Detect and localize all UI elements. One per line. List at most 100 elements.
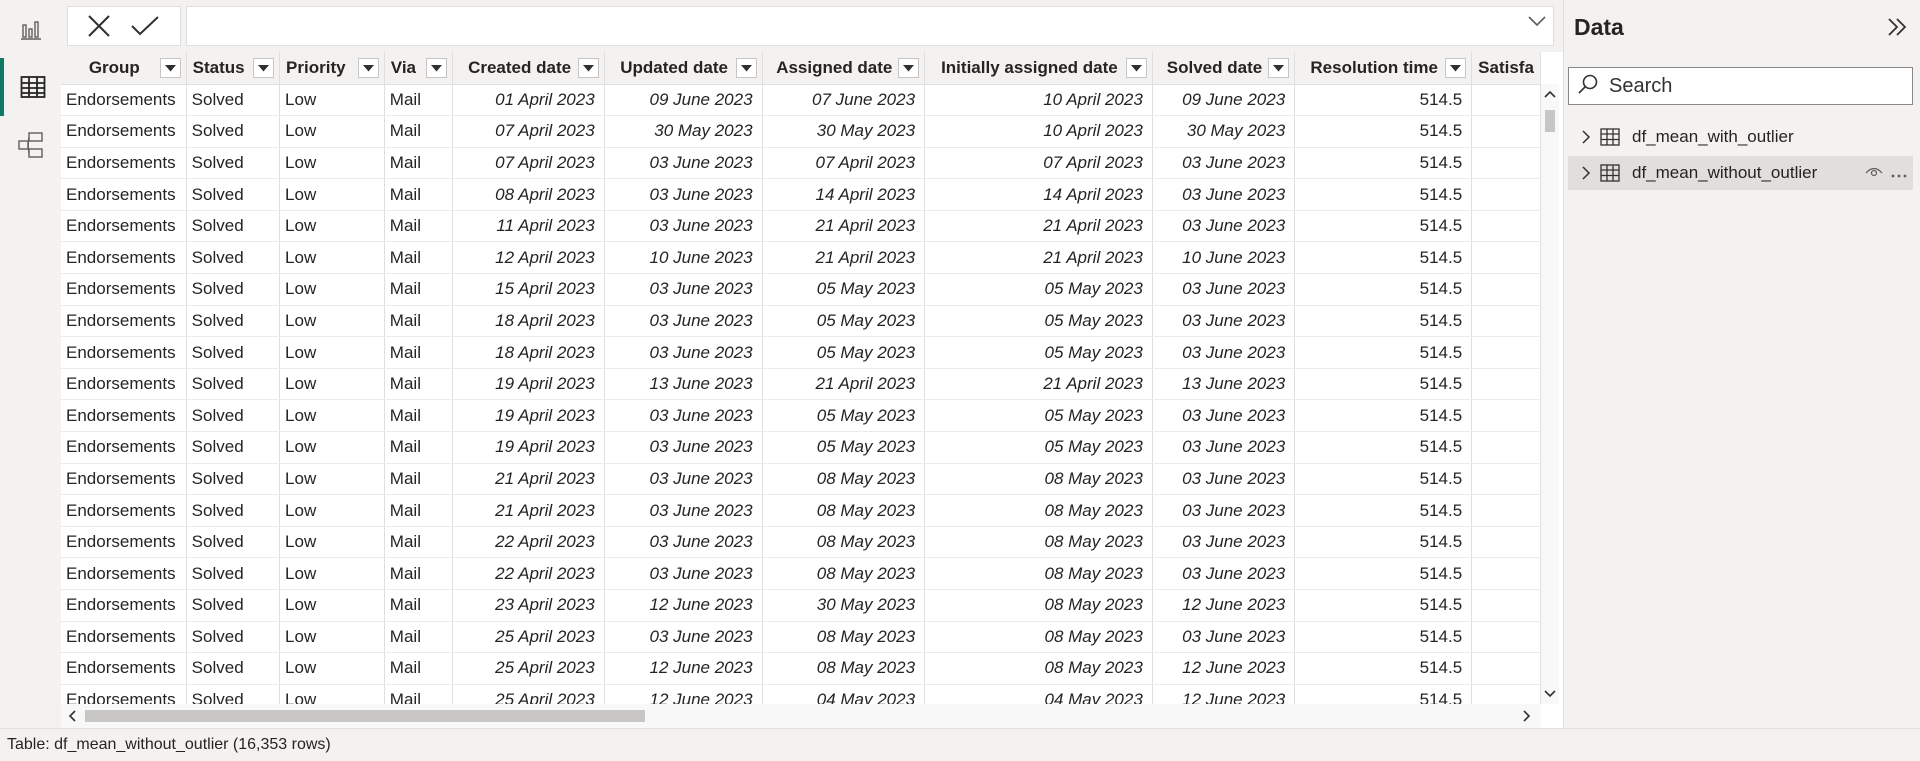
table-cell[interactable]: Mail — [384, 684, 454, 704]
cancel-icon[interactable] — [83, 10, 115, 42]
table-cell[interactable]: Low — [279, 463, 385, 496]
vertical-scroll-thumb[interactable] — [1545, 110, 1555, 132]
table-cell[interactable]: 04 May 2023 — [762, 684, 926, 704]
table-cell[interactable]: 30 May 2023 — [762, 589, 926, 622]
data-search-input[interactable] — [1609, 74, 1899, 98]
table-cell[interactable]: 08 May 2023 — [762, 526, 926, 559]
table-cell[interactable]: Solved — [186, 178, 281, 211]
table-cell[interactable]: Low — [279, 557, 385, 590]
data-search-box[interactable] — [1568, 67, 1913, 105]
table-cell[interactable]: 03 June 2023 — [604, 147, 763, 180]
table-cell[interactable]: 30 May 2023 — [604, 115, 763, 148]
table-cell[interactable]: Low — [279, 115, 385, 148]
scroll-down-icon[interactable] — [1544, 688, 1556, 700]
table-cell[interactable]: Solved — [186, 84, 281, 117]
table-cell[interactable]: 03 June 2023 — [604, 210, 763, 243]
table-cell[interactable]: 25 April 2023 — [452, 621, 605, 654]
table-cell[interactable]: Mail — [384, 115, 454, 148]
table-cell[interactable]: 03 June 2023 — [1152, 336, 1296, 369]
table-cell[interactable]: Mail — [384, 431, 454, 464]
expand-chevron-icon[interactable] — [1527, 11, 1547, 31]
table-cell[interactable]: 14 April 2023 — [762, 178, 926, 211]
table-cell[interactable]: Low — [279, 147, 385, 180]
table-cell[interactable] — [1471, 431, 1541, 464]
report-view-button[interactable] — [0, 0, 61, 58]
table-cell[interactable]: 03 June 2023 — [604, 463, 763, 496]
table-cell[interactable]: 10 June 2023 — [1152, 241, 1296, 275]
table-cell[interactable]: 08 May 2023 — [762, 557, 926, 590]
table-cell[interactable]: Endorsements — [61, 494, 187, 527]
table-cell[interactable]: Endorsements — [61, 273, 187, 306]
table-cell[interactable]: 03 June 2023 — [1152, 210, 1296, 243]
table-cell[interactable]: 19 April 2023 — [452, 431, 605, 464]
tree-item-df-mean-without-outlier[interactable]: df_mean_without_outlier — [1568, 156, 1913, 190]
table-cell[interactable]: 08 May 2023 — [924, 463, 1153, 496]
table-cell[interactable]: 23 April 2023 — [452, 589, 605, 622]
table-cell[interactable]: Solved — [186, 589, 281, 622]
table-cell[interactable]: Endorsements — [61, 115, 187, 148]
table-cell[interactable]: 21 April 2023 — [452, 463, 605, 496]
table-cell[interactable]: 03 June 2023 — [1152, 526, 1296, 559]
table-cell[interactable]: 514.5 — [1294, 463, 1473, 496]
table-cell[interactable]: Mail — [384, 621, 454, 654]
table-cell[interactable]: 25 April 2023 — [452, 684, 605, 704]
table-cell[interactable]: Mail — [384, 178, 454, 211]
table-cell[interactable]: 03 June 2023 — [1152, 557, 1296, 590]
table-cell[interactable]: 05 May 2023 — [924, 431, 1153, 464]
table-cell[interactable]: 07 June 2023 — [762, 84, 926, 117]
table-cell[interactable]: 12 June 2023 — [1152, 684, 1296, 704]
table-cell[interactable] — [1471, 368, 1541, 401]
horizontal-scroll-thumb[interactable] — [85, 710, 645, 722]
table-cell[interactable]: 03 June 2023 — [604, 399, 763, 433]
table-cell[interactable]: 08 May 2023 — [924, 652, 1153, 685]
column-header[interactable]: Updated date — [604, 52, 763, 85]
table-cell[interactable]: Solved — [186, 368, 281, 401]
table-cell[interactable]: 03 June 2023 — [604, 305, 763, 338]
table-cell[interactable]: 30 May 2023 — [762, 115, 926, 148]
table-cell[interactable]: 514.5 — [1294, 273, 1473, 306]
table-cell[interactable]: 514.5 — [1294, 305, 1473, 338]
table-cell[interactable]: Low — [279, 178, 385, 211]
table-cell[interactable]: 05 May 2023 — [924, 399, 1153, 433]
table-cell[interactable]: Mail — [384, 305, 454, 338]
table-cell[interactable]: 08 April 2023 — [452, 178, 605, 211]
table-cell[interactable]: 10 June 2023 — [604, 241, 763, 275]
table-cell[interactable]: 07 April 2023 — [924, 147, 1153, 180]
table-cell[interactable]: 21 April 2023 — [762, 368, 926, 401]
table-cell[interactable]: Low — [279, 241, 385, 275]
table-cell[interactable] — [1471, 494, 1541, 527]
table-cell[interactable]: Low — [279, 336, 385, 369]
filter-dropdown-icon[interactable] — [577, 58, 599, 78]
table-cell[interactable]: Endorsements — [61, 147, 187, 180]
table-cell[interactable]: Solved — [186, 526, 281, 559]
scroll-up-icon[interactable] — [1544, 88, 1556, 100]
table-cell[interactable]: Endorsements — [61, 178, 187, 211]
table-cell[interactable]: 10 April 2023 — [924, 115, 1153, 148]
scroll-left-icon[interactable] — [66, 710, 78, 722]
table-cell[interactable]: 03 June 2023 — [604, 526, 763, 559]
filter-dropdown-icon[interactable] — [1125, 58, 1147, 78]
vertical-scrollbar[interactable] — [1541, 84, 1559, 704]
table-cell[interactable]: 05 May 2023 — [924, 273, 1153, 306]
table-cell[interactable]: 03 June 2023 — [604, 557, 763, 590]
table-cell[interactable]: 514.5 — [1294, 115, 1473, 148]
table-cell[interactable] — [1471, 210, 1541, 243]
table-cell[interactable]: Endorsements — [61, 84, 187, 117]
table-cell[interactable]: 19 April 2023 — [452, 399, 605, 433]
table-cell[interactable]: Endorsements — [61, 431, 187, 464]
table-cell[interactable]: 21 April 2023 — [762, 210, 926, 243]
table-cell[interactable]: 514.5 — [1294, 621, 1473, 654]
column-header[interactable]: Via — [384, 52, 454, 85]
table-cell[interactable]: Solved — [186, 621, 281, 654]
table-cell[interactable]: 18 April 2023 — [452, 336, 605, 369]
table-cell[interactable]: 03 June 2023 — [1152, 273, 1296, 306]
table-cell[interactable] — [1471, 84, 1541, 117]
filter-dropdown-icon[interactable] — [1445, 58, 1467, 78]
table-cell[interactable]: Solved — [186, 431, 281, 464]
table-cell[interactable]: 08 May 2023 — [924, 494, 1153, 527]
table-cell[interactable]: Mail — [384, 494, 454, 527]
formula-input[interactable] — [186, 6, 1554, 46]
table-cell[interactable]: 514.5 — [1294, 684, 1473, 704]
table-cell[interactable]: 10 April 2023 — [924, 84, 1153, 117]
table-cell[interactable]: 514.5 — [1294, 431, 1473, 464]
